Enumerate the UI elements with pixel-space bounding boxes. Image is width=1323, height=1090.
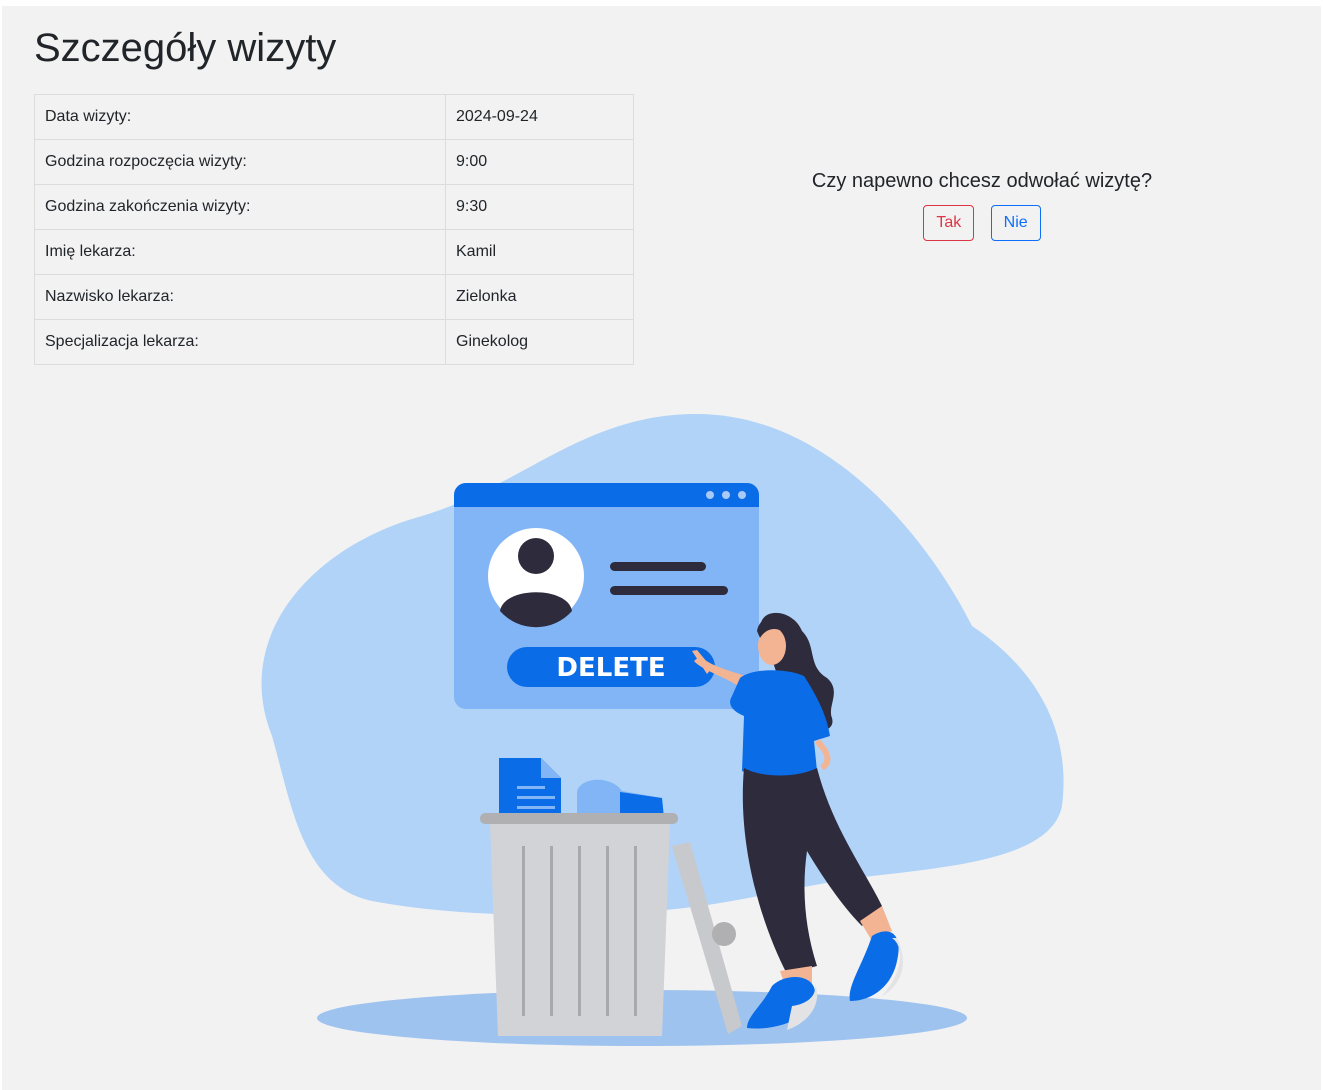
delete-pill-label: DELETE bbox=[556, 653, 665, 683]
detail-label: Data wizyty: bbox=[34, 94, 446, 140]
confirm-no-button[interactable]: Nie bbox=[990, 205, 1041, 241]
table-row: Nazwisko lekarza: Zielonka bbox=[34, 274, 634, 320]
page-title: Szczegóły wizyty bbox=[34, 26, 337, 70]
table-row: Godzina rozpoczęcia wizyty: 9:00 bbox=[34, 139, 634, 185]
profile-window: DELETE bbox=[454, 483, 759, 709]
detail-label: Godzina rozpoczęcia wizyty: bbox=[34, 139, 446, 185]
detail-label: Specjalizacja lekarza: bbox=[34, 319, 446, 365]
table-row: Specjalizacja lekarza: Ginekolog bbox=[34, 319, 634, 365]
detail-value: Ginekolog bbox=[445, 319, 634, 365]
detail-value: Kamil bbox=[445, 229, 634, 275]
table-row: Imię lekarza: Kamil bbox=[34, 229, 634, 275]
delete-account-illustration: DELETE bbox=[261, 413, 1064, 1046]
detail-value: Zielonka bbox=[445, 274, 634, 320]
user-avatar-icon bbox=[488, 528, 584, 628]
detail-label: Nazwisko lekarza: bbox=[34, 274, 446, 320]
cancel-confirmation: Czy napewno chcesz odwołać wizytę? Tak N… bbox=[782, 170, 1182, 241]
detail-value: 2024-09-24 bbox=[445, 94, 634, 140]
detail-value: 9:00 bbox=[445, 139, 634, 185]
table-row: Data wizyty: 2024-09-24 bbox=[34, 94, 634, 140]
page-container: Szczegóły wizyty Data wizyty: 2024-09-24… bbox=[2, 6, 1321, 1090]
detail-label: Godzina zakończenia wizyty: bbox=[34, 184, 446, 230]
detail-value: 9:30 bbox=[445, 184, 634, 230]
table-row: Godzina zakończenia wizyty: 9:30 bbox=[34, 184, 634, 230]
visit-details-table: Data wizyty: 2024-09-24 Godzina rozpoczę… bbox=[34, 94, 634, 365]
detail-label: Imię lekarza: bbox=[34, 229, 446, 275]
confirmation-question: Czy napewno chcesz odwołać wizytę? bbox=[811, 170, 1153, 192]
confirm-yes-button[interactable]: Tak bbox=[923, 205, 975, 241]
